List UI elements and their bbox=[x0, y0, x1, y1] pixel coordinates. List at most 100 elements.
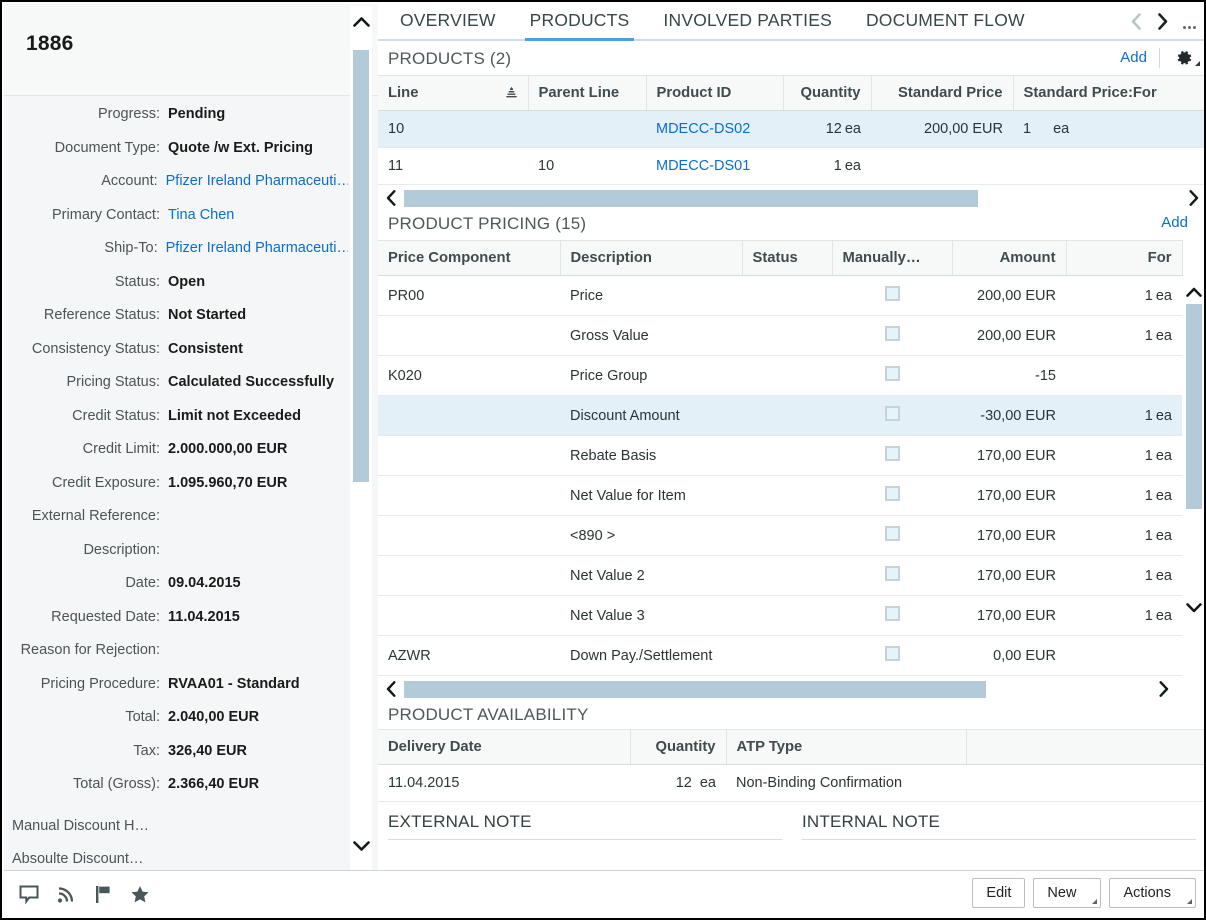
detail-field-link[interactable]: Pfizer Ireland Pharmaceuti… bbox=[166, 173, 348, 189]
for-value: 1 bbox=[1144, 607, 1153, 624]
product-id-link[interactable]: MDECC-DS01 bbox=[656, 158, 750, 174]
tab-overview[interactable]: OVERVIEW bbox=[378, 4, 513, 39]
manually-changed-checkbox[interactable] bbox=[884, 286, 900, 301]
manually-changed-checkbox[interactable] bbox=[884, 486, 900, 501]
pricing-vertical-scrollbar[interactable] bbox=[1182, 280, 1204, 619]
products-scroll-track[interactable] bbox=[404, 189, 1180, 207]
availability-section-header: PRODUCT AVAILABILITY bbox=[378, 701, 1204, 729]
manually-changed-checkbox[interactable] bbox=[884, 406, 900, 421]
star-icon[interactable] bbox=[127, 881, 152, 906]
pricing-horizontal-scrollbar[interactable] bbox=[378, 677, 1204, 701]
cell-description: Discount Amount bbox=[560, 395, 742, 436]
pricing-table-container: Price Component Description Status Manually… bbox=[378, 240, 1204, 676]
tab-prev-button[interactable] bbox=[1124, 7, 1148, 35]
products-section-header: PRODUCTS (2) Add bbox=[378, 41, 1204, 75]
scroll-down-button[interactable] bbox=[350, 830, 372, 862]
cell-status bbox=[742, 275, 832, 316]
table-row[interactable]: K020 Price Group -15 bbox=[378, 355, 1182, 396]
column-header[interactable]: ATP Type bbox=[726, 729, 967, 765]
column-header[interactable] bbox=[966, 729, 1204, 765]
products-scroll-thumb[interactable] bbox=[404, 189, 979, 207]
table-row[interactable]: Net Value for Item 170,00 EUR 1 ea bbox=[378, 475, 1182, 516]
table-row[interactable]: AZWR Down Pay./Settlement 0,00 EUR bbox=[378, 635, 1182, 676]
products-scroll-left-button[interactable] bbox=[378, 186, 404, 210]
column-header[interactable]: Line bbox=[378, 75, 529, 111]
product-id-link[interactable]: MDECC-DS02 bbox=[656, 121, 750, 137]
table-row[interactable]: 10 MDECC-DS02 12 ea 200,00 EUR 1 ea bbox=[378, 110, 1204, 148]
column-header[interactable]: Quantity bbox=[783, 75, 872, 111]
column-header[interactable]: Standard Price:For bbox=[1013, 75, 1204, 111]
table-row[interactable]: PR00 Price 200,00 EUR 1 ea bbox=[378, 275, 1182, 316]
pricing-scroll-thumb-h[interactable] bbox=[404, 680, 986, 698]
column-header[interactable]: Product ID bbox=[646, 75, 784, 111]
table-row[interactable]: 11.04.2015 12 ea Non-Binding Confirmation bbox=[378, 764, 1204, 802]
gear-dropdown-arrow[interactable] bbox=[1195, 60, 1200, 66]
table-row[interactable]: Gross Value 200,00 EUR 1 ea bbox=[378, 315, 1182, 356]
cell-amount: 0,00 EUR bbox=[952, 635, 1066, 676]
quantity-unit: ea bbox=[844, 158, 861, 174]
overflow-dots-icon[interactable] bbox=[1176, 7, 1202, 35]
table-row[interactable]: Net Value 2 170,00 EUR 1 ea bbox=[378, 555, 1182, 596]
tab-document-flow[interactable]: DOCUMENT FLOW bbox=[849, 4, 1042, 39]
scroll-up-button[interactable] bbox=[350, 6, 372, 38]
pricing-scroll-up-button[interactable] bbox=[1182, 280, 1204, 304]
cell-status bbox=[742, 355, 832, 396]
internal-note-title: INTERNAL NOTE bbox=[802, 812, 1196, 840]
pricing-scroll-track-h[interactable] bbox=[404, 680, 1150, 698]
cell-status bbox=[742, 555, 832, 596]
manually-changed-checkbox[interactable] bbox=[884, 606, 900, 621]
pricing-scroll-thumb[interactable] bbox=[1186, 304, 1202, 509]
detail-field-link[interactable]: Tina Chen bbox=[168, 207, 234, 223]
detail-field-link[interactable]: Pfizer Ireland Pharmaceuti… bbox=[166, 240, 348, 256]
pricing-scroll-right-button[interactable] bbox=[1150, 677, 1176, 701]
for-value: 1 bbox=[1144, 487, 1153, 504]
table-row[interactable]: Net Value 3 170,00 EUR 1 ea bbox=[378, 595, 1182, 636]
column-header[interactable]: Manually… bbox=[832, 240, 953, 276]
pricing-scroll-down-button[interactable] bbox=[1182, 595, 1204, 619]
column-header[interactable]: Standard Price bbox=[871, 75, 1014, 111]
products-horizontal-scrollbar[interactable] bbox=[378, 186, 1204, 210]
flag-icon[interactable] bbox=[90, 881, 115, 906]
manually-changed-checkbox[interactable] bbox=[884, 366, 900, 381]
column-header[interactable]: Delivery Date bbox=[378, 729, 631, 765]
cell-quantity: 1 ea bbox=[783, 147, 871, 185]
table-row[interactable]: 11 10 MDECC-DS01 1 ea bbox=[378, 147, 1204, 185]
manually-changed-checkbox[interactable] bbox=[884, 566, 900, 581]
pricing-add-button[interactable]: Add bbox=[1149, 212, 1200, 233]
manually-changed-checkbox[interactable] bbox=[884, 326, 900, 341]
tab-involved-parties[interactable]: INVOLVED PARTIES bbox=[646, 4, 849, 39]
column-header[interactable]: Status bbox=[742, 240, 833, 276]
manually-changed-checkbox[interactable] bbox=[884, 646, 900, 661]
edit-button[interactable]: Edit bbox=[972, 878, 1026, 908]
tab-products[interactable]: PRODUCTS bbox=[513, 4, 647, 41]
pricing-scroll-left-button[interactable] bbox=[378, 677, 404, 701]
scroll-thumb[interactable] bbox=[353, 50, 369, 482]
products-add-button[interactable]: Add bbox=[1108, 47, 1159, 68]
rss-feed-icon[interactable] bbox=[53, 881, 78, 906]
column-header[interactable]: Parent Line bbox=[528, 75, 647, 111]
table-row[interactable]: <890 >170,00 EUR 1 ea bbox=[378, 515, 1182, 556]
cell-atp-type: Non-Binding Confirmation bbox=[726, 764, 966, 802]
chat-bubble-icon[interactable] bbox=[16, 881, 41, 906]
table-row[interactable]: Discount Amount -30,00 EUR 1 ea bbox=[378, 395, 1182, 436]
products-settings-button[interactable] bbox=[1159, 47, 1200, 68]
dropdown-arrow-icon[interactable] bbox=[1187, 899, 1192, 904]
left-panel-scrollbar[interactable] bbox=[350, 6, 372, 874]
manually-changed-checkbox[interactable] bbox=[884, 446, 900, 461]
cell-status bbox=[742, 475, 832, 516]
table-row[interactable]: Rebate Basis 170,00 EUR 1 ea bbox=[378, 435, 1182, 476]
tab-next-button[interactable] bbox=[1150, 7, 1174, 35]
column-header[interactable]: Amount bbox=[952, 240, 1067, 276]
column-header[interactable]: For bbox=[1066, 240, 1183, 276]
dropdown-arrow-icon[interactable] bbox=[1092, 899, 1098, 904]
actions-button[interactable]: Actions bbox=[1109, 878, 1196, 908]
products-scroll-right-button[interactable] bbox=[1180, 186, 1204, 210]
cell-for: 1 ea bbox=[1066, 435, 1182, 476]
column-header[interactable]: Price Component bbox=[378, 240, 561, 276]
pricing-scroll-track[interactable] bbox=[1182, 304, 1204, 595]
new-button[interactable]: New bbox=[1033, 878, 1102, 908]
column-header[interactable]: Quantity bbox=[630, 729, 727, 765]
column-header[interactable]: Description bbox=[560, 240, 743, 276]
detail-field-label: Credit Status: bbox=[72, 407, 160, 424]
manually-changed-checkbox[interactable] bbox=[884, 526, 900, 541]
